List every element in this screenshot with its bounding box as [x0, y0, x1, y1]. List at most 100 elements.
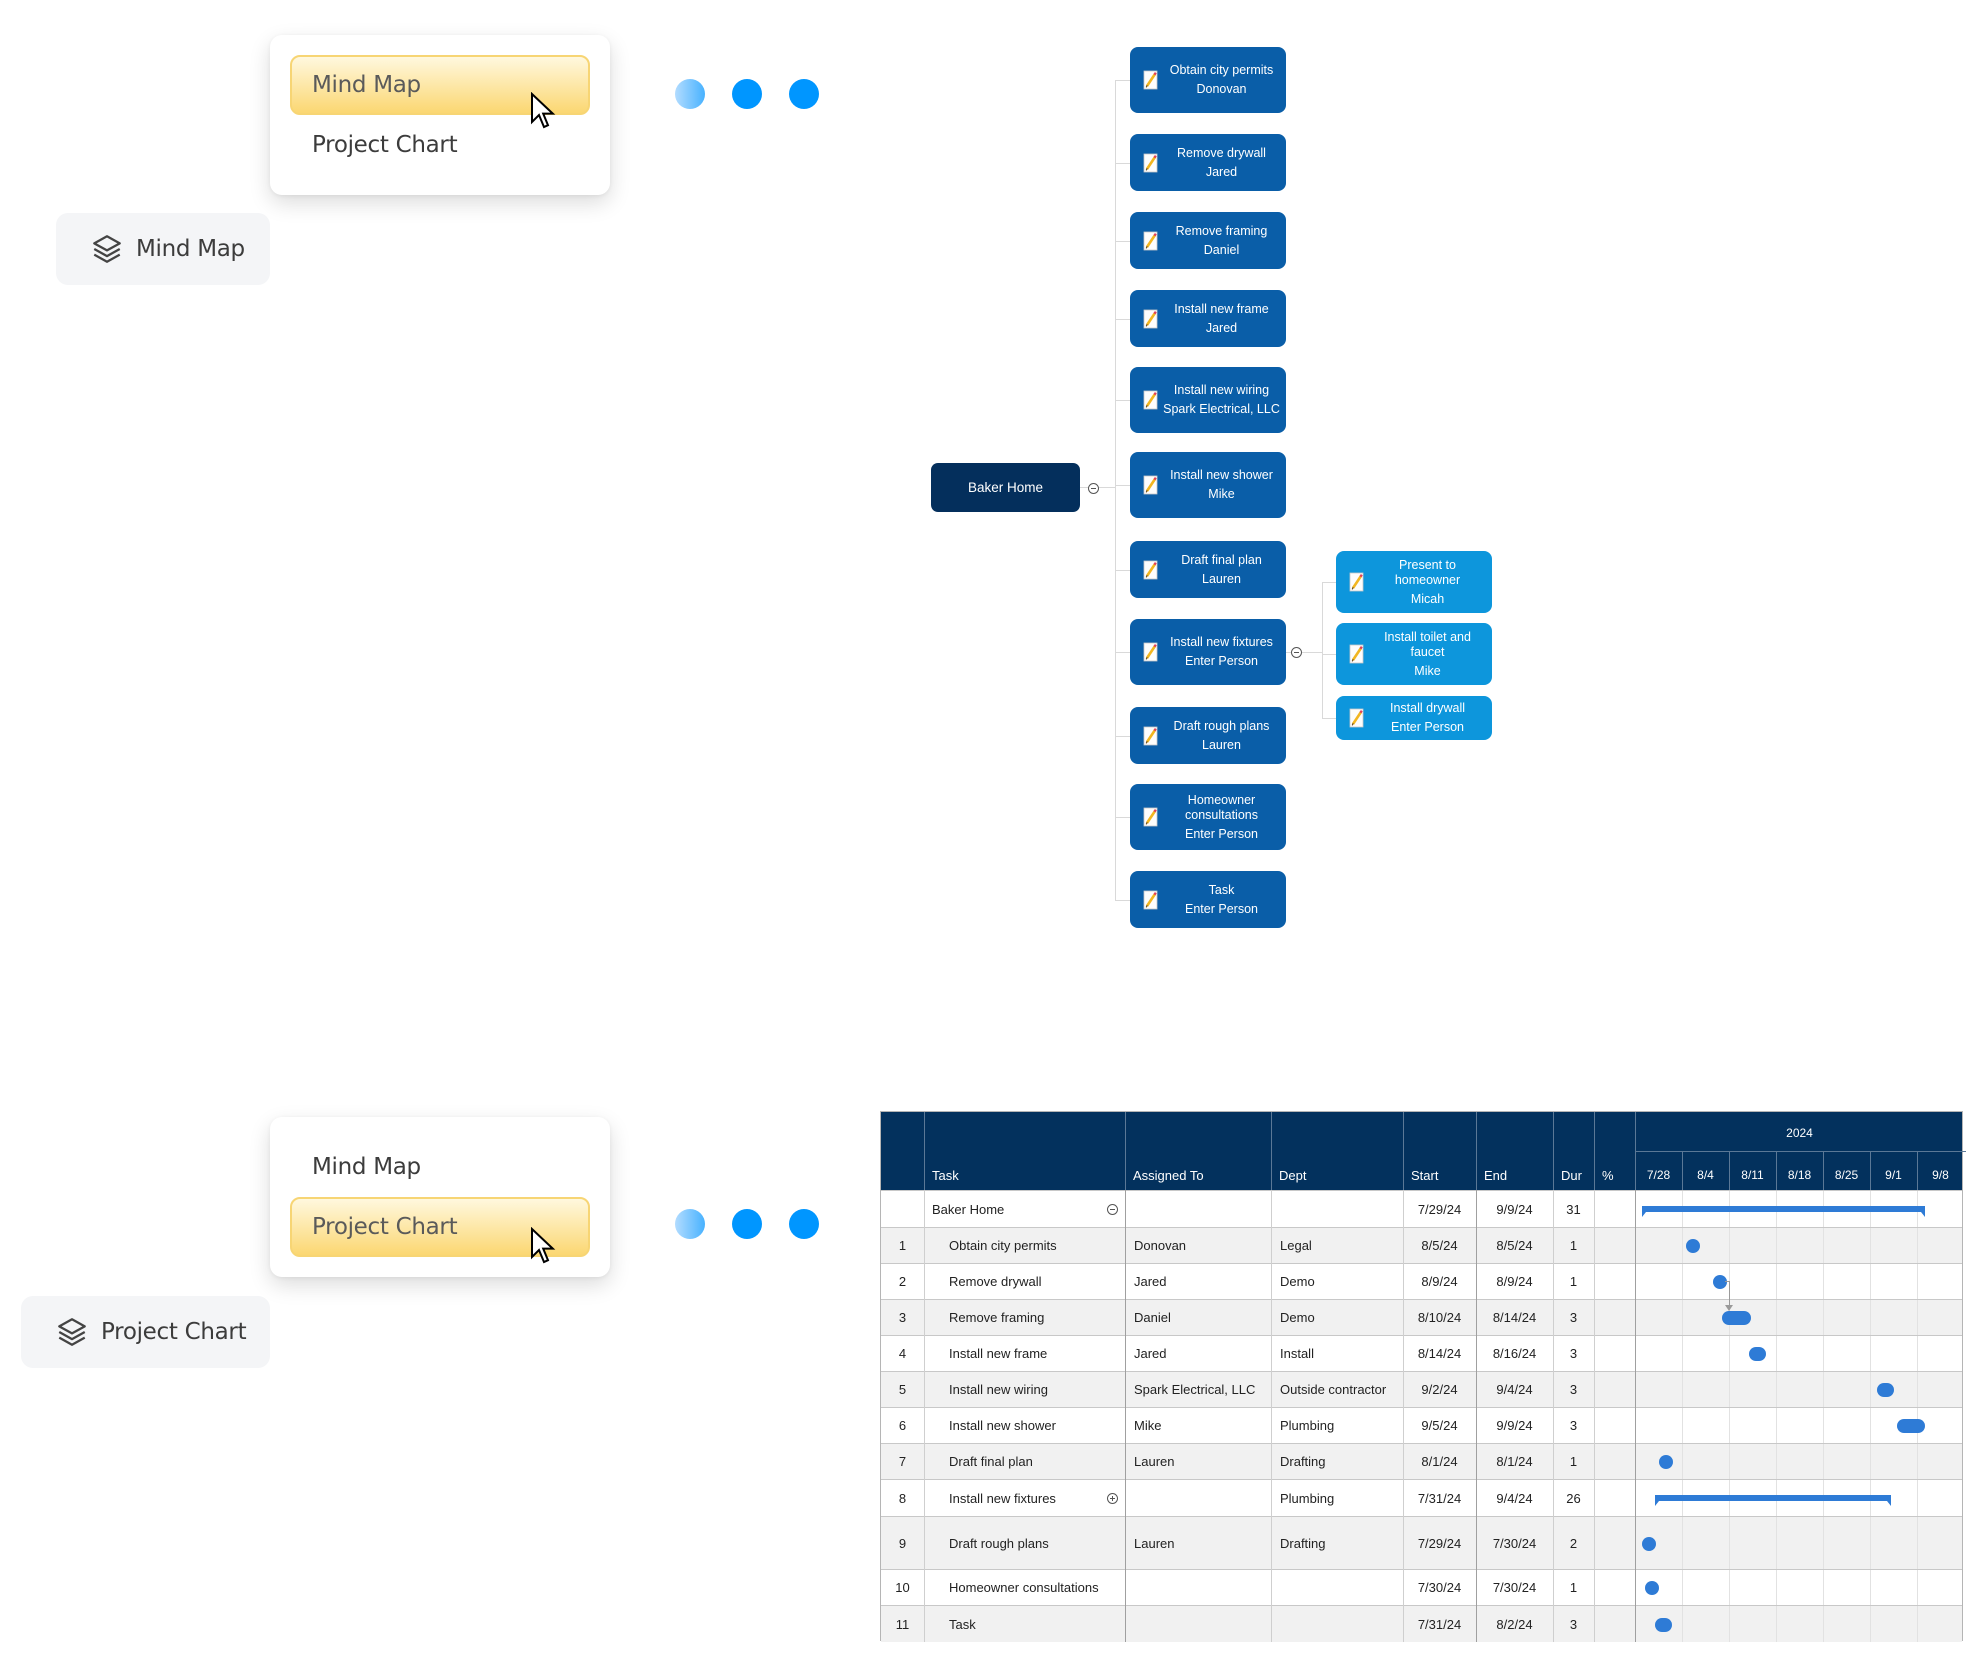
task-name-cell[interactable]: Install new shower — [924, 1408, 1125, 1443]
task-bar[interactable] — [1685, 1239, 1700, 1253]
start-date-cell: 9/5/24 — [1403, 1408, 1476, 1443]
percent-complete-cell — [1594, 1408, 1635, 1443]
task-name-cell[interactable]: Remove framing — [924, 1300, 1125, 1335]
task-name-cell[interactable]: Homeowner consultations — [924, 1570, 1125, 1605]
timeline-gridline — [1729, 1336, 1730, 1371]
timeline-gridline — [1870, 1517, 1871, 1569]
gantt-row[interactable]: 8 Install new fixtures Plumbing 7/31/24 9/4/… — [881, 1479, 1962, 1516]
note-pencil-icon — [1143, 807, 1158, 827]
mind-map-task-node[interactable]: Remove drywall Jared — [1130, 134, 1286, 191]
gantt-header: Task Assigned To Dept Start End Dur% 2024 7/28 8… — [881, 1112, 1966, 1190]
start-date-cell: 7/31/24 — [1403, 1606, 1476, 1642]
mind-map-subtask-node[interactable]: Install drywall Enter Person — [1336, 696, 1492, 740]
mind-map-task-node[interactable]: Draft rough plans Lauren — [1130, 707, 1286, 764]
assigned-to: Lauren — [1134, 1535, 1175, 1551]
gantt-row[interactable]: 4 Install new frame Jared Install 8/14/24 8/1… — [881, 1335, 1962, 1371]
timeline-week-header: 8/4 — [1697, 1168, 1714, 1182]
assigned-to-cell: Spark Electrical, LLC — [1125, 1372, 1271, 1407]
task-bar[interactable] — [1876, 1383, 1894, 1397]
task-bar[interactable] — [1722, 1311, 1751, 1325]
column-header-assigned-to[interactable]: Assigned To — [1133, 1168, 1204, 1183]
task-name-cell[interactable]: Remove drywall — [924, 1264, 1125, 1299]
duration: 1 — [1569, 1238, 1578, 1253]
mind-map-task-node[interactable]: Task Enter Person — [1130, 871, 1286, 928]
view-option-mind-map[interactable]: Mind Map — [290, 1137, 590, 1197]
task-name-cell[interactable]: Install new wiring — [924, 1372, 1125, 1407]
task-bar[interactable] — [1645, 1581, 1660, 1595]
summary-bar[interactable] — [1655, 1494, 1892, 1501]
mind-map-task-node[interactable]: Obtain city permits Donovan — [1130, 47, 1286, 113]
timeline-gridline — [1729, 1228, 1730, 1263]
mind-map-task-node[interactable]: Remove framing Daniel — [1130, 212, 1286, 269]
task-name-cell[interactable]: Baker Home — [924, 1191, 1125, 1227]
task-bar[interactable] — [1658, 1455, 1673, 1469]
gantt-row[interactable]: 7 Draft final plan Lauren Drafting 8/1/24 8/1… — [881, 1443, 1962, 1479]
column-divider — [924, 1112, 925, 1190]
summary-bar[interactable] — [1641, 1205, 1925, 1212]
view-menu-popup: Mind Map Project Chart — [270, 35, 610, 195]
mind-map-subtask-node[interactable]: Install toilet and faucet Mike — [1336, 623, 1492, 685]
gantt-row[interactable]: 2 Remove drywall Jared Demo 8/9/24 8/9/24 1 — [881, 1263, 1962, 1299]
gantt-row[interactable]: 6 Install new shower Mike Plumbing 9/5/24 9/9… — [881, 1407, 1962, 1443]
mind-map-task-node[interactable]: Install new fixtures Enter Person — [1130, 619, 1286, 685]
percent-complete-cell — [1594, 1264, 1635, 1299]
task-name-cell[interactable]: Task — [924, 1606, 1125, 1642]
node-text: Obtain city permits Donovan — [1159, 63, 1286, 97]
row-number-cell: 1 — [881, 1228, 924, 1263]
column-header-end[interactable]: End — [1484, 1168, 1507, 1183]
collapse-toggle-icon[interactable] — [1107, 1203, 1118, 1215]
node-person: Mike — [1208, 487, 1235, 501]
mind-map-subtask-node[interactable]: Present to homeowner Micah — [1336, 551, 1492, 613]
node-text: Install new shower Mike — [1159, 468, 1286, 502]
week-divider — [1682, 1151, 1683, 1190]
gantt-row[interactable]: Baker Home 7/29/24 9/9/24 31 — [881, 1190, 1962, 1227]
end-date-cell: 9/4/24 — [1476, 1480, 1553, 1516]
task-name-cell[interactable]: Obtain city permits — [924, 1228, 1125, 1263]
task-name: Install new shower — [949, 1418, 1056, 1433]
column-header-task[interactable]: Task — [932, 1168, 959, 1183]
task-bar[interactable] — [1641, 1536, 1656, 1551]
duration: 3 — [1569, 1616, 1578, 1632]
connector-trunk — [1115, 80, 1116, 900]
note-pencil-icon — [1349, 644, 1364, 664]
duration: 1 — [1569, 1454, 1578, 1469]
node-title: Install new shower — [1170, 468, 1273, 482]
node-text: Install new frame Jared — [1159, 302, 1286, 336]
mind-map-task-node[interactable]: Install new shower Mike — [1130, 452, 1286, 518]
percent-complete-cell — [1594, 1517, 1635, 1569]
loading-dot — [789, 1209, 819, 1239]
current-view-button[interactable]: Mind Map — [56, 213, 270, 285]
current-view-button[interactable]: Project Chart — [21, 1296, 270, 1368]
task-name-cell[interactable]: Draft rough plans — [924, 1517, 1125, 1569]
expand-toggle-icon[interactable] — [1107, 1492, 1118, 1504]
column-header-start[interactable]: Start — [1411, 1168, 1438, 1183]
task-bar[interactable] — [1896, 1419, 1926, 1433]
column-header-dur[interactable]: Dur — [1561, 1168, 1582, 1183]
timeline-gridline — [1682, 1408, 1683, 1443]
task-bar[interactable] — [1749, 1347, 1767, 1361]
timeline-gridline — [1776, 1570, 1777, 1605]
column-header-percent[interactable]: % — [1602, 1168, 1614, 1183]
mind-map-task-node[interactable]: Draft final plan Lauren — [1130, 541, 1286, 598]
task-name-cell[interactable]: Install new fixtures — [924, 1480, 1125, 1516]
gantt-row[interactable]: 9 Draft rough plans Lauren Drafting 7/29/24 7… — [881, 1516, 1962, 1569]
mind-map-root-node[interactable]: Baker Home — [931, 463, 1080, 512]
task-name-cell[interactable]: Draft final plan — [924, 1444, 1125, 1479]
gantt-row[interactable]: 3 Remove framing Daniel Demo 8/10/24 8/14/24 3 — [881, 1299, 1962, 1335]
collapse-toggle-icon[interactable] — [1291, 647, 1302, 658]
gantt-row[interactable]: 11 Task 7/31/24 8/2/24 3 — [881, 1605, 1962, 1642]
collapse-toggle-icon[interactable] — [1088, 483, 1099, 494]
percent-complete-cell — [1594, 1606, 1635, 1642]
column-header-dept[interactable]: Dept — [1279, 1168, 1306, 1183]
task-name-cell[interactable]: Install new frame — [924, 1336, 1125, 1371]
gantt-row[interactable]: 10 Homeowner consultations 7/30/24 7/30/24 1 — [881, 1569, 1962, 1605]
task-bar[interactable] — [1655, 1617, 1673, 1632]
node-text: Install toilet and faucet Mike — [1365, 630, 1492, 679]
mind-map-task-node[interactable]: Install new wiring Spark Electrical, LLC — [1130, 367, 1286, 433]
task-name: Install new wiring — [949, 1382, 1048, 1397]
mind-map-task-node[interactable]: Install new frame Jared — [1130, 290, 1286, 347]
task-bar[interactable] — [1712, 1275, 1727, 1289]
mind-map-task-node[interactable]: Homeowner consultations Enter Person — [1130, 784, 1286, 850]
gantt-row[interactable]: 1 Obtain city permits Donovan Legal 8/5/24 8/… — [881, 1227, 1962, 1263]
gantt-row[interactable]: 5 Install new wiring Spark Electrical, LLC… — [881, 1371, 1962, 1407]
